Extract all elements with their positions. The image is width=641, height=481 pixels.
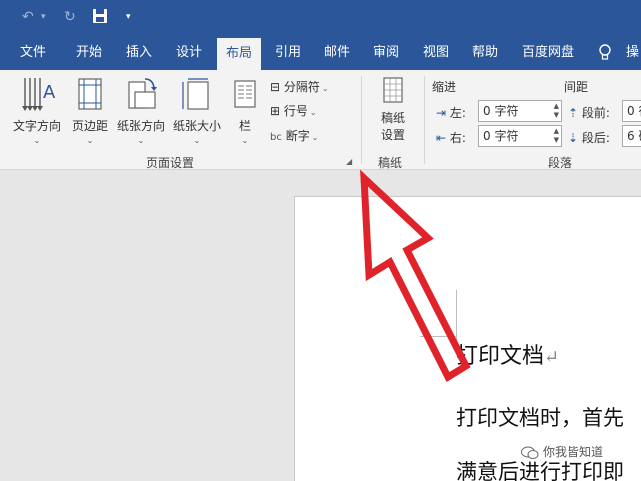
- space-after-label: ⇣ 段后:: [568, 131, 610, 145]
- watermark: 你我皆知道: [521, 443, 603, 460]
- text-direction-button[interactable]: A 文字方向 ⌄: [8, 76, 66, 145]
- tab-design[interactable]: 设计: [176, 36, 202, 70]
- margins-button[interactable]: 页边距 ⌄: [67, 76, 113, 145]
- line-numbers-icon: ⊞: [270, 104, 281, 118]
- breaks-icon: ⊟: [270, 80, 281, 94]
- indent-left-label: ⇥ 左:: [436, 106, 466, 120]
- space-before-icon: ⇡: [568, 106, 579, 120]
- indent-heading: 缩进: [432, 80, 457, 94]
- draft-paper-label-line2: 设置: [380, 128, 405, 142]
- indent-right-input[interactable]: 0 字符 ▲ ▼: [478, 125, 562, 147]
- wechat-icon: [521, 446, 539, 459]
- spin-arrows-icon[interactable]: ▲ ▼: [554, 127, 559, 145]
- ribbon: A 文字方向 ⌄ 页边距 ⌄ 纸张方向 ⌄ 纸张大小 ⌄ 栏 ⌄ ⊟ 分隔符 ⌄…: [0, 70, 641, 170]
- spacing-heading: 间距: [564, 80, 589, 94]
- indent-left-input[interactable]: 0 字符 ▲ ▼: [478, 100, 562, 122]
- space-before-input[interactable]: 0 行: [622, 100, 641, 122]
- chevron-down-icon: ⌄: [86, 136, 94, 145]
- redo-icon[interactable]: ↻: [64, 8, 76, 26]
- page-setup-launcher-icon[interactable]: ◢: [346, 157, 352, 166]
- space-before-label: ⇡ 段前:: [568, 106, 610, 120]
- indent-right-icon: ⇤: [436, 131, 447, 145]
- draft-paper-icon: [383, 77, 403, 103]
- tab-mailings[interactable]: 邮件: [324, 36, 350, 70]
- tab-view[interactable]: 视图: [423, 36, 449, 70]
- margins-icon: [78, 78, 102, 110]
- title-bar: ↶ ▾ ↻ ▾: [0, 0, 641, 36]
- text-direction-label: 文字方向: [12, 119, 61, 133]
- indent-right-label: ⇤ 右:: [436, 131, 466, 145]
- document-heading[interactable]: 打印文档↵: [456, 338, 559, 370]
- svg-text:A: A: [43, 82, 55, 103]
- ribbon-tabs: 文件 开始 插入 设计 布局 引用 邮件 审阅 视图 帮助 百度网盘 操: [0, 36, 641, 70]
- tab-help[interactable]: 帮助: [472, 36, 498, 70]
- chevron-down-icon: ⌄: [311, 133, 319, 142]
- columns-icon: [234, 80, 256, 108]
- chevron-down-icon: ⌄: [309, 108, 317, 117]
- paragraph-mark: ↵: [544, 347, 560, 368]
- hyphenation-icon: bc: [270, 132, 282, 143]
- tab-layout[interactable]: 布局: [217, 38, 262, 70]
- paper-size-icon: [182, 78, 209, 110]
- breaks-label: 分隔符: [283, 80, 320, 94]
- space-after-icon: ⇣: [568, 131, 579, 145]
- margins-label: 页边距: [71, 119, 108, 133]
- chevron-down-icon: ⌄: [241, 136, 249, 145]
- group-divider: [424, 76, 425, 164]
- page-setup-group-label: 页面设置: [146, 156, 195, 170]
- document-line[interactable]: 打印文档时，首先: [456, 402, 624, 432]
- orientation-label: 纸张方向: [116, 119, 165, 133]
- chevron-down-icon: ⌄: [193, 136, 201, 145]
- tab-insert[interactable]: 插入: [126, 36, 152, 70]
- save-icon[interactable]: [92, 8, 108, 24]
- orientation-button[interactable]: 纸张方向 ⌄: [113, 76, 169, 145]
- draft-paper-button[interactable]: 稿纸 设置: [372, 76, 414, 143]
- customize-toolbar-icon[interactable]: ▾: [126, 8, 131, 26]
- undo-icon[interactable]: ↶: [22, 8, 34, 26]
- orientation-icon: [128, 78, 157, 109]
- chevron-down-icon: ⌄: [33, 136, 41, 145]
- tab-home[interactable]: 开始: [76, 36, 102, 70]
- hyphenation-label: 断字: [285, 129, 310, 143]
- group-divider: [361, 76, 362, 164]
- lightbulb-icon[interactable]: [598, 44, 612, 66]
- hyphenation-button[interactable]: bc 断字 ⌄: [270, 127, 318, 144]
- space-after-input[interactable]: 6 磅: [622, 125, 641, 147]
- breaks-button[interactable]: ⊟ 分隔符 ⌄: [270, 78, 329, 95]
- line-numbers-label: 行号: [283, 104, 308, 118]
- tell-me-search[interactable]: 操: [626, 36, 639, 70]
- chevron-down-icon: ⌄: [321, 84, 329, 93]
- text-direction-icon: A: [22, 78, 56, 111]
- tab-review[interactable]: 审阅: [373, 36, 399, 70]
- indent-left-icon: ⇥: [436, 106, 447, 120]
- draft-paper-label-line1: 稿纸: [380, 111, 405, 125]
- tab-file[interactable]: 文件: [20, 36, 46, 70]
- size-button[interactable]: 纸张大小 ⌄: [169, 76, 225, 145]
- undo-dropdown-icon[interactable]: ▾: [41, 8, 46, 26]
- tab-references[interactable]: 引用: [275, 36, 301, 70]
- columns-button[interactable]: 栏 ⌄: [228, 76, 262, 145]
- columns-label: 栏: [238, 119, 251, 133]
- tab-baidu-netdisk[interactable]: 百度网盘: [522, 36, 574, 70]
- spin-arrows-icon[interactable]: ▲ ▼: [554, 102, 559, 120]
- paragraph-group-label: 段落: [548, 156, 573, 170]
- size-label: 纸张大小: [172, 119, 221, 133]
- margin-guide: [420, 336, 456, 337]
- draft-group-label: 稿纸: [378, 156, 403, 170]
- chevron-down-icon: ⌄: [137, 136, 145, 145]
- line-numbers-button[interactable]: ⊞ 行号 ⌄: [270, 102, 317, 119]
